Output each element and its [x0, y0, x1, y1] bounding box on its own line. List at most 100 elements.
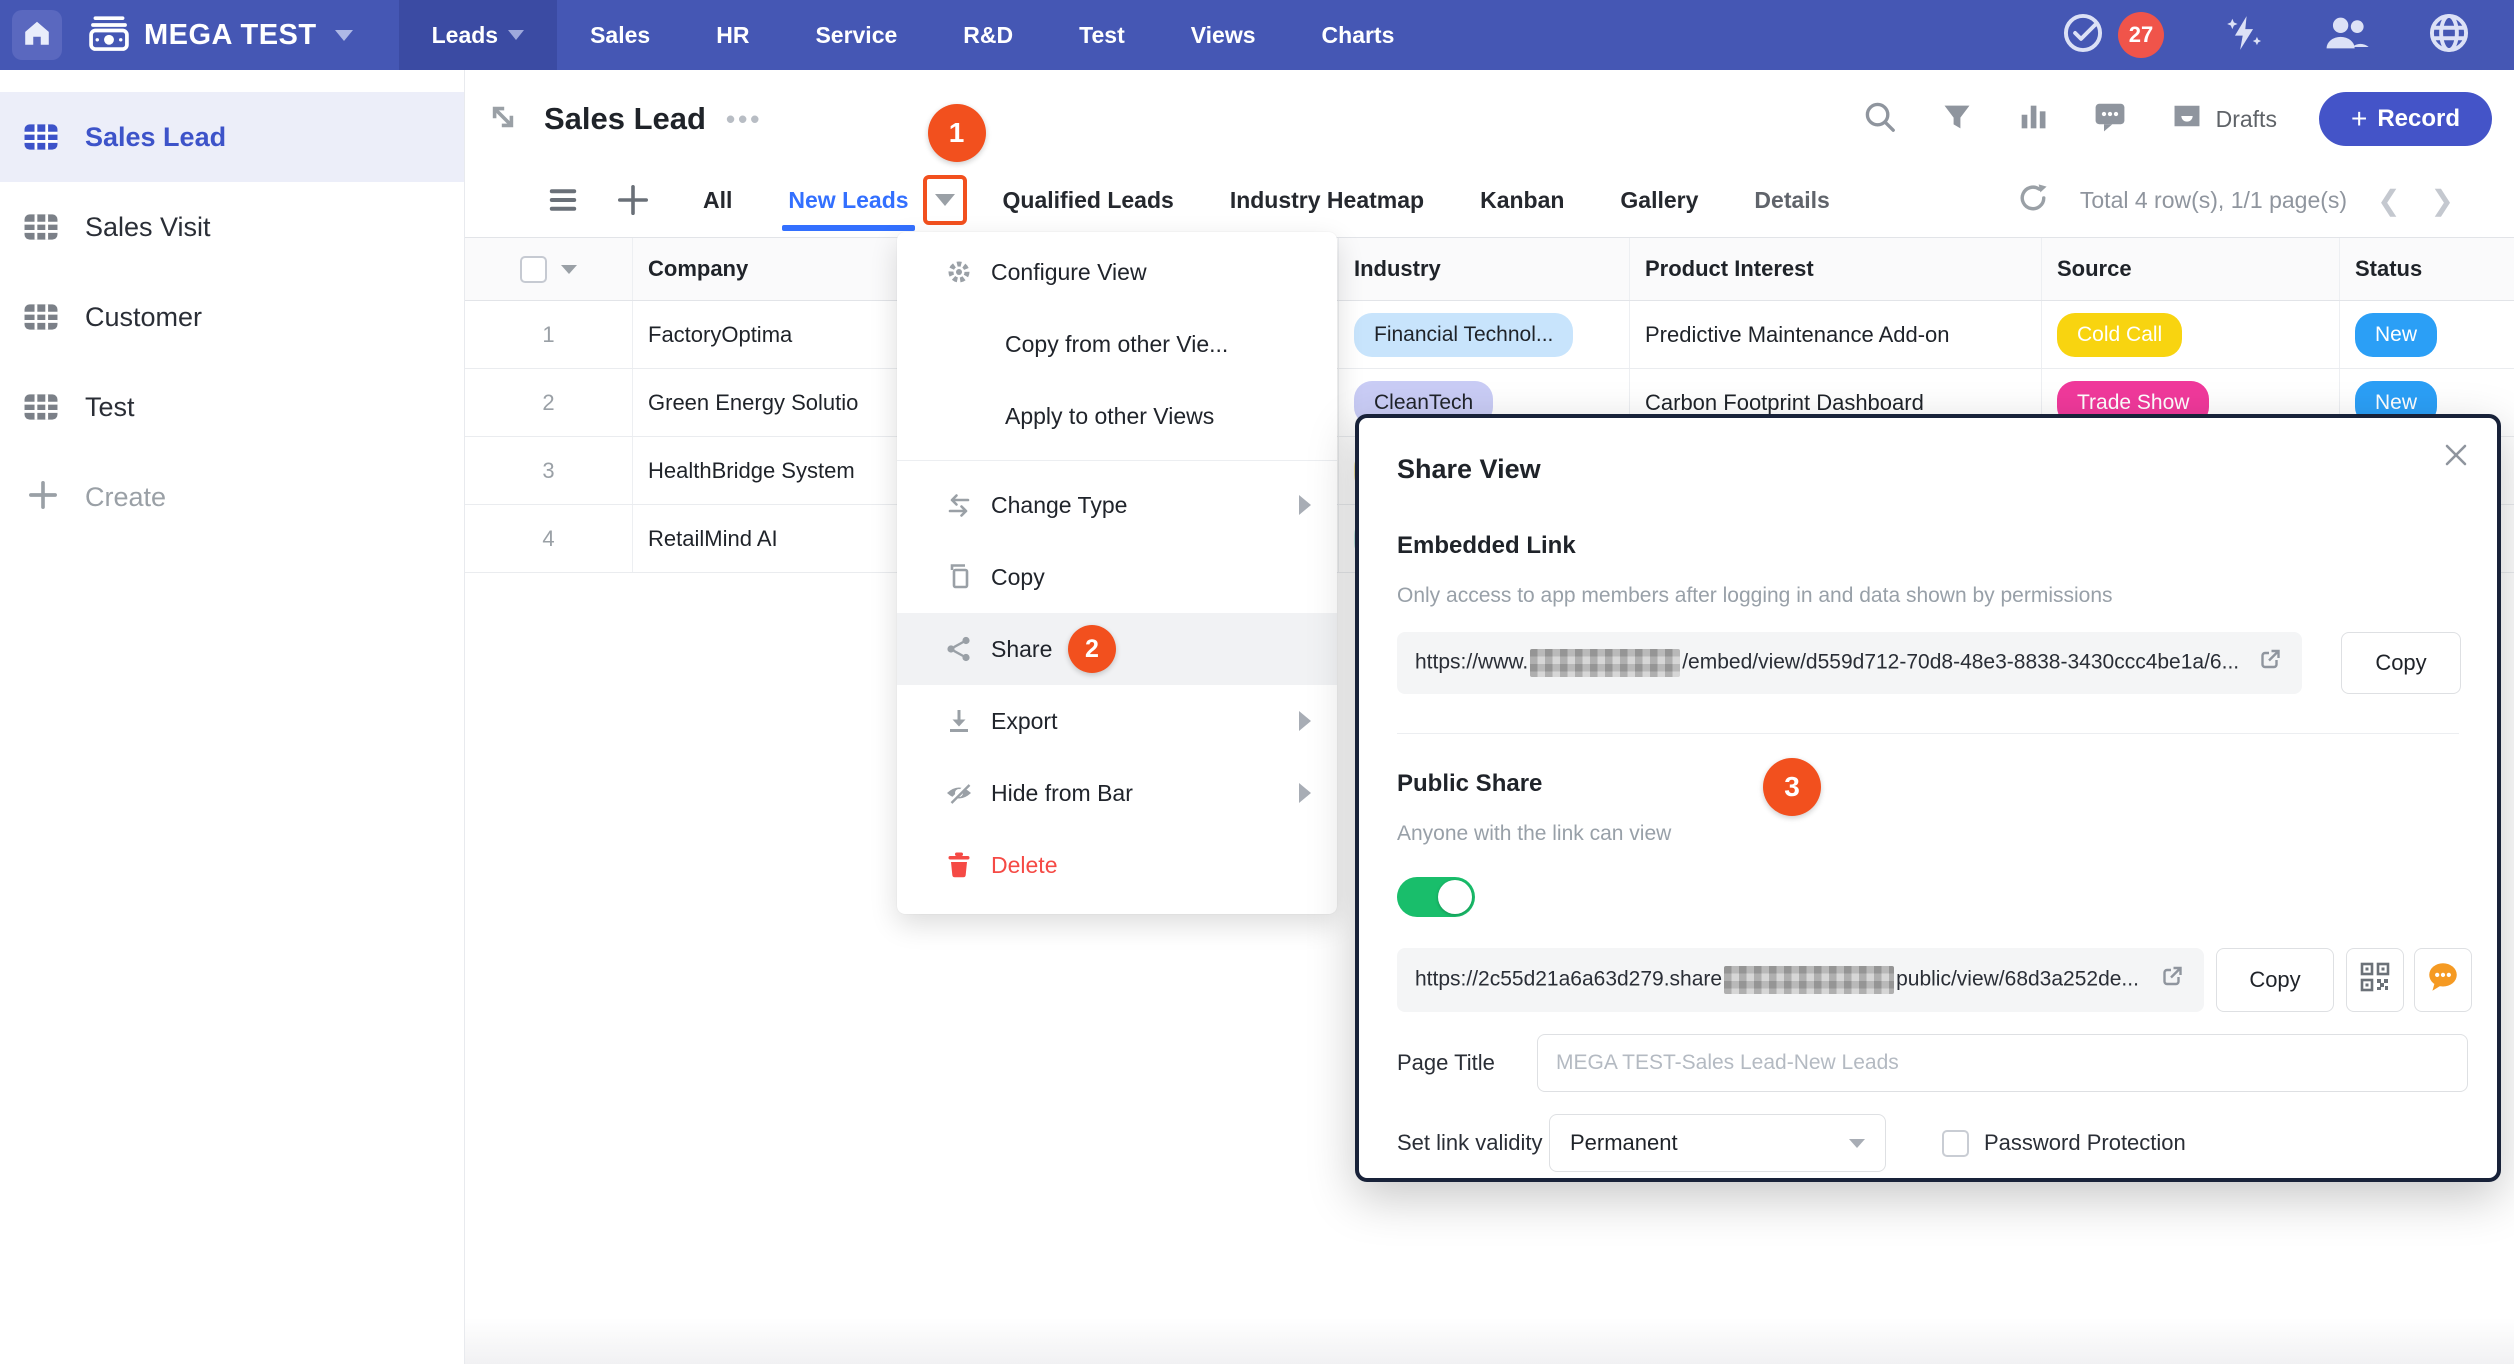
- menu-item-apply-to-other-views[interactable]: Apply to other Views: [897, 380, 1337, 452]
- column-header-status[interactable]: Status: [2340, 238, 2514, 300]
- cell-product-interest[interactable]: Predictive Maintenance Add-on: [1630, 301, 2042, 368]
- column-header-source[interactable]: Source: [2042, 238, 2340, 300]
- table-icon: [22, 208, 60, 246]
- ai-assistant-button[interactable]: [2222, 11, 2266, 60]
- plus-icon: [26, 478, 60, 517]
- nav-tab-leads[interactable]: Leads: [399, 0, 557, 70]
- public-share-toggle[interactable]: [1397, 877, 1475, 917]
- copy-public-link-button[interactable]: Copy: [2216, 948, 2334, 1012]
- todo-button[interactable]: 27: [2062, 12, 2164, 59]
- table-header-row: Company Industry Product Interest Source…: [465, 237, 2514, 301]
- home-button[interactable]: [12, 10, 62, 60]
- view-tab-details[interactable]: Details: [1754, 168, 1829, 232]
- menu-item-export[interactable]: Export: [897, 685, 1337, 757]
- view-tab-new-leads[interactable]: New Leads: [788, 168, 908, 232]
- view-tab-all[interactable]: All: [703, 168, 732, 232]
- link-validity-label: Set link validity: [1397, 1130, 1543, 1156]
- view-dropdown-arrow[interactable]: 1: [923, 175, 967, 225]
- sidebar-item-test[interactable]: Test: [0, 362, 464, 452]
- menu-item-copy[interactable]: Copy: [897, 541, 1337, 613]
- annotation-step-1: 1: [928, 104, 986, 162]
- public-share-heading: Public Share: [1397, 770, 1542, 798]
- table-icon: [22, 388, 60, 426]
- check-circle-icon: [2062, 12, 2104, 59]
- nav-tab-hr[interactable]: HR: [683, 0, 782, 70]
- external-link-icon[interactable]: [2256, 646, 2284, 680]
- view-list-icon[interactable]: [545, 182, 581, 218]
- menu-item-configure-view[interactable]: Configure View: [897, 236, 1337, 308]
- view-context-menu: Configure View Copy from other Vie... Ap…: [897, 232, 1337, 914]
- next-page-icon[interactable]: ❯: [2431, 184, 2454, 217]
- view-tab-kanban[interactable]: Kanban: [1480, 168, 1564, 232]
- share-view-modal: Share View Embedded Link Only access to …: [1355, 414, 2501, 1182]
- sidebar-item-label: Sales Visit: [85, 212, 211, 243]
- members-button[interactable]: [2324, 13, 2370, 58]
- menu-item-delete[interactable]: Delete: [897, 829, 1337, 901]
- copy-embedded-link-button[interactable]: Copy: [2341, 632, 2461, 694]
- sidebar-item-sales-visit[interactable]: Sales Visit: [0, 182, 464, 272]
- add-view-icon[interactable]: [615, 182, 651, 218]
- submenu-arrow-icon: [1299, 783, 1311, 803]
- workspace-name: MEGA TEST: [144, 19, 317, 52]
- toggle-knob: [1438, 880, 1472, 914]
- language-button[interactable]: [2428, 12, 2470, 59]
- nav-tab-sales[interactable]: Sales: [557, 0, 683, 70]
- drafts-button[interactable]: Drafts: [2170, 99, 2277, 139]
- chevron-down-icon: [1849, 1139, 1865, 1148]
- plus-icon: +: [2351, 105, 2367, 133]
- public-share-desc: Anyone with the link can view: [1397, 822, 1671, 846]
- menu-item-hide-from-bar[interactable]: Hide from Bar: [897, 757, 1337, 829]
- chevron-down-icon[interactable]: [561, 265, 577, 274]
- nav-tab-test[interactable]: Test: [1046, 0, 1158, 70]
- view-tab-industry-heatmap[interactable]: Industry Heatmap: [1230, 168, 1424, 232]
- filter-icon[interactable]: [1940, 100, 1974, 139]
- nav-tab-charts[interactable]: Charts: [1289, 0, 1428, 70]
- wechat-share-button[interactable]: [2414, 948, 2472, 1012]
- create-table-button[interactable]: Create: [0, 452, 464, 542]
- table-icon: [22, 118, 60, 156]
- qr-code-button[interactable]: [2346, 948, 2404, 1012]
- sidebar: Sales Lead Sales Visit Customer Test: [0, 70, 465, 1364]
- external-link-icon[interactable]: [2158, 963, 2186, 997]
- column-header-industry[interactable]: Industry: [1339, 238, 1630, 300]
- chart-icon[interactable]: [2016, 100, 2050, 139]
- row-number: 1: [542, 322, 554, 348]
- nav-tab-views[interactable]: Views: [1158, 0, 1289, 70]
- source-chip[interactable]: Cold Call: [2057, 313, 2182, 357]
- sidebar-item-customer[interactable]: Customer: [0, 272, 464, 362]
- menu-item-copy-from-other-views[interactable]: Copy from other Vie...: [897, 308, 1337, 380]
- comment-icon[interactable]: [2092, 99, 2128, 140]
- password-protection-checkbox[interactable]: [1942, 1130, 1969, 1157]
- view-tab-qualified-leads[interactable]: Qualified Leads: [1003, 168, 1174, 232]
- search-icon[interactable]: [1862, 99, 1898, 140]
- more-options-icon[interactable]: •••: [726, 104, 762, 135]
- prev-page-icon[interactable]: ❮: [2377, 184, 2400, 217]
- public-share-url[interactable]: https://2c55d21a6a63d279.sharepublic/vie…: [1397, 948, 2204, 1012]
- refresh-icon[interactable]: [2016, 181, 2050, 220]
- workspace-switcher[interactable]: MEGA TEST: [88, 14, 353, 57]
- add-record-button[interactable]: + Record: [2319, 92, 2492, 146]
- table-row[interactable]: 1 FactoryOptima Financial Technol... Pre…: [465, 301, 2514, 369]
- sidebar-item-sales-lead[interactable]: Sales Lead: [0, 92, 464, 182]
- embedded-link-desc: Only access to app members after logging…: [1397, 584, 2113, 608]
- view-tab-gallery[interactable]: Gallery: [1620, 168, 1698, 232]
- status-chip[interactable]: New: [2355, 313, 2437, 357]
- nav-tab-service[interactable]: Service: [782, 0, 930, 70]
- embedded-link-url[interactable]: https://www./embed/view/d559d712-70d8-48…: [1397, 632, 2302, 694]
- close-icon[interactable]: [2441, 440, 2471, 475]
- menu-item-share[interactable]: Share 2: [897, 613, 1337, 685]
- row-count-summary: Total 4 row(s), 1/1 page(s): [2080, 187, 2347, 214]
- notification-badge[interactable]: 27: [2118, 12, 2164, 58]
- page-title-input[interactable]: [1537, 1034, 2468, 1092]
- row-number: 3: [542, 458, 554, 484]
- industry-chip[interactable]: Financial Technol...: [1354, 313, 1573, 357]
- expand-diagonal-icon[interactable]: [485, 99, 521, 140]
- column-header-product-interest[interactable]: Product Interest: [1630, 238, 2042, 300]
- select-all-checkbox[interactable]: [520, 256, 547, 283]
- nav-tab-rnd[interactable]: R&D: [930, 0, 1046, 70]
- chevron-down-icon: [335, 30, 353, 41]
- drafts-label: Drafts: [2216, 106, 2277, 133]
- menu-item-change-type[interactable]: Change Type: [897, 469, 1337, 541]
- people-icon: [2324, 13, 2370, 58]
- link-validity-select[interactable]: Permanent: [1549, 1114, 1886, 1172]
